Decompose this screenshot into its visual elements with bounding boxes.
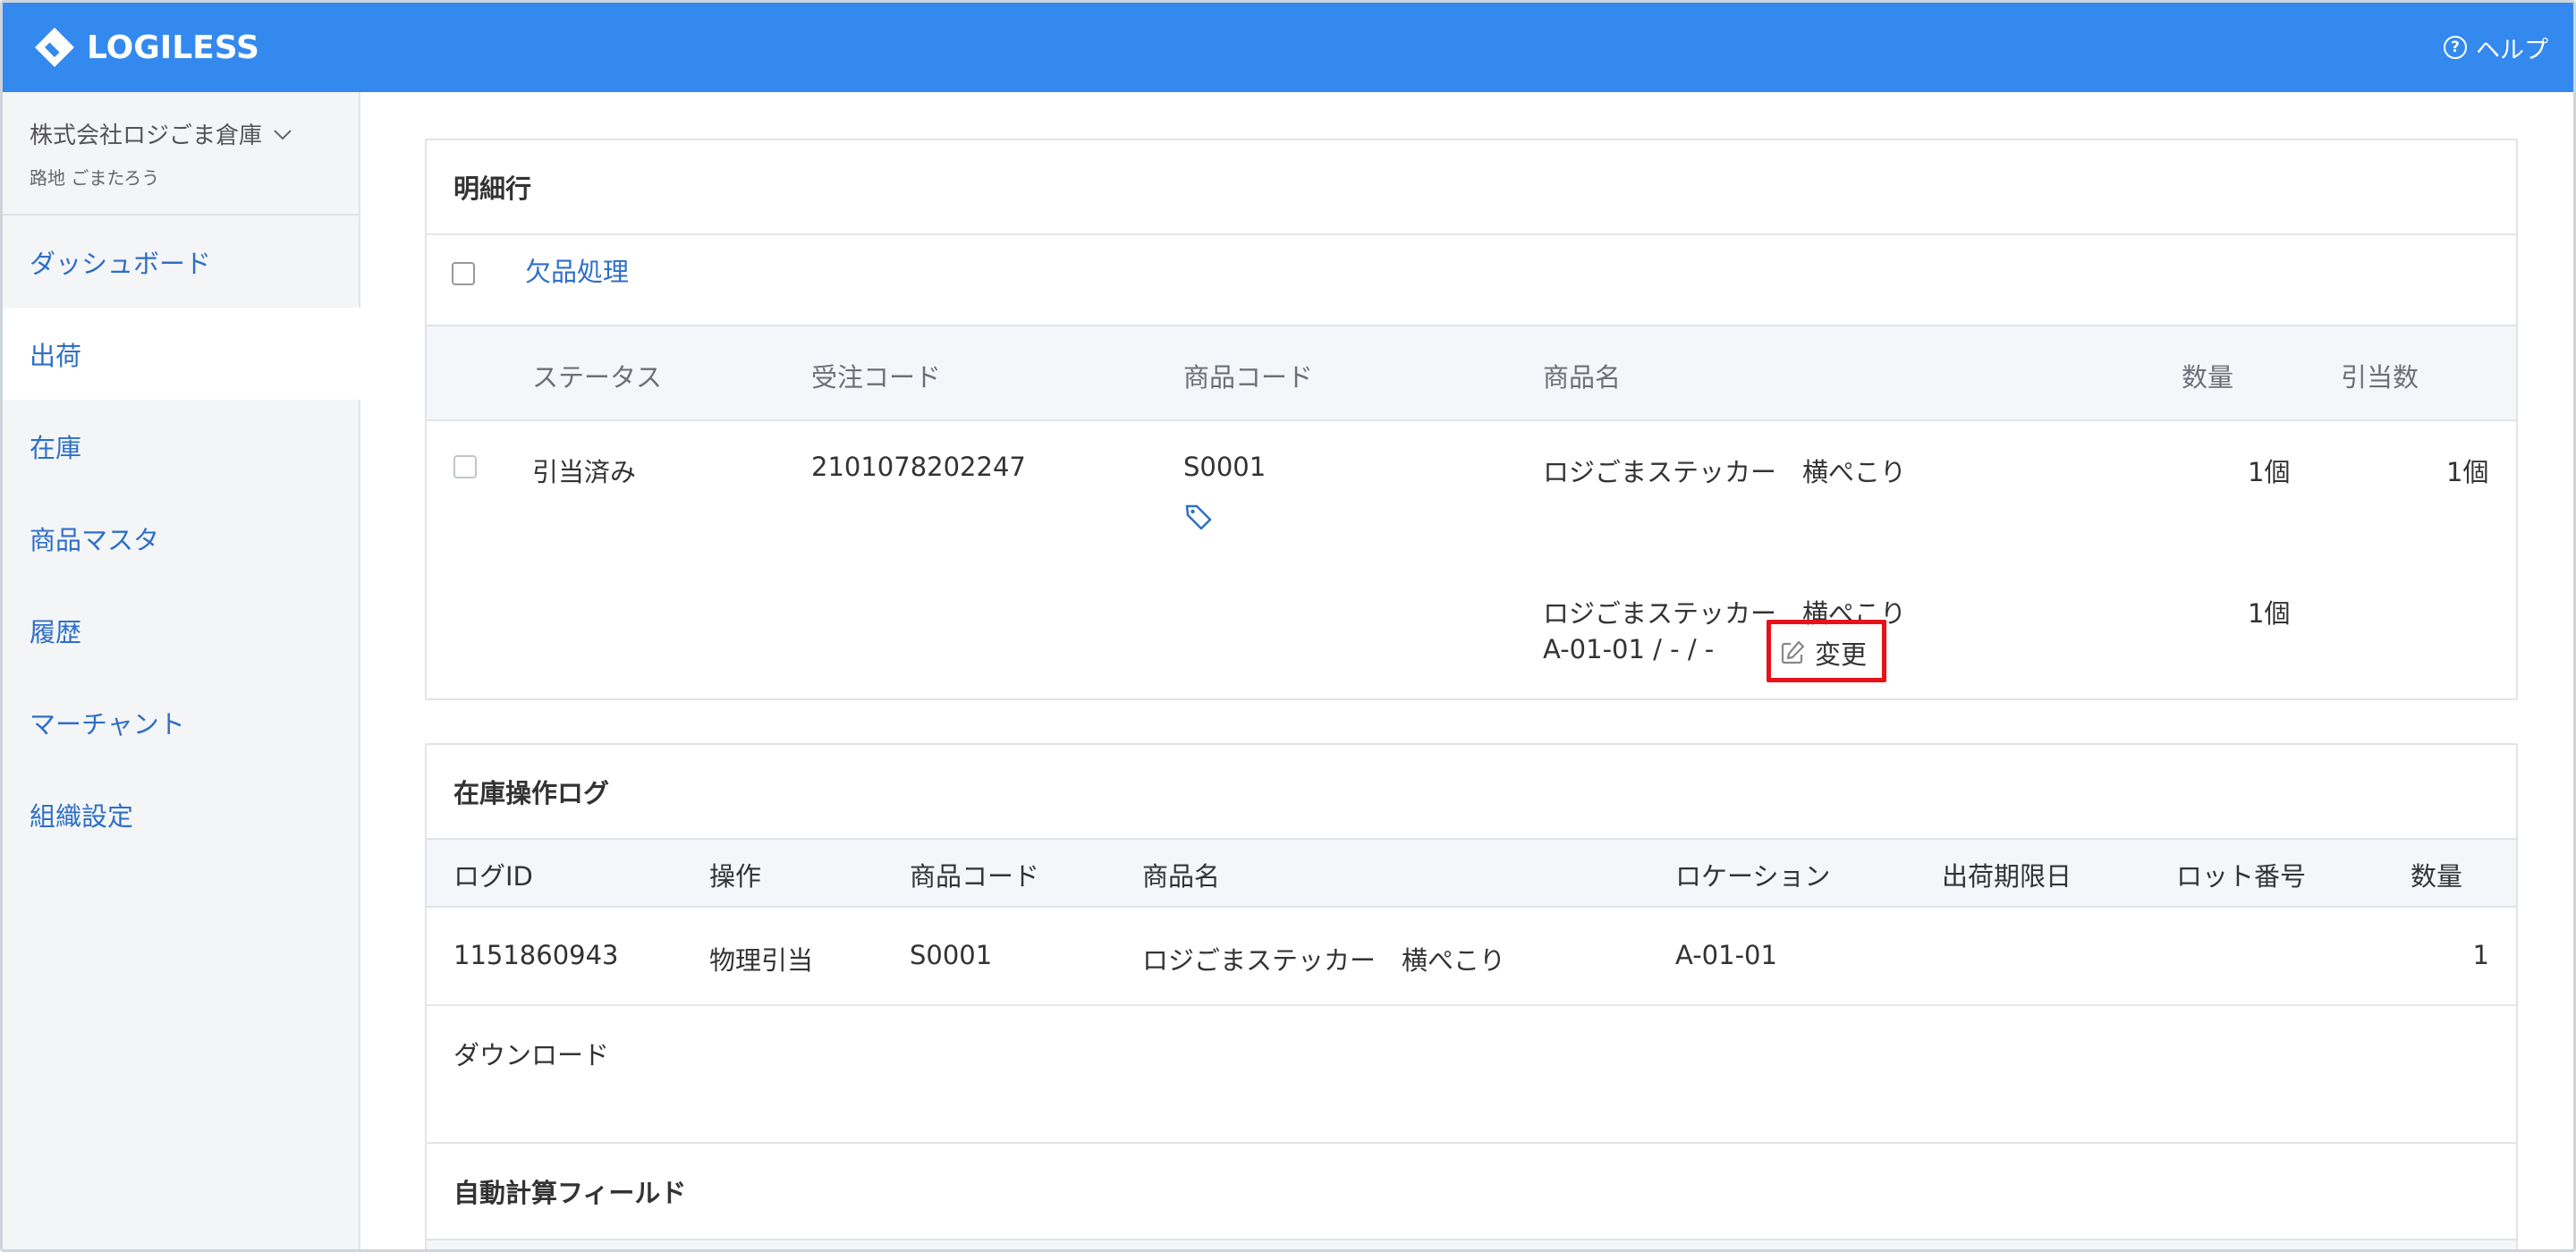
sidebar-item-org-settings[interactable]: 組織設定 (3, 768, 360, 860)
sub-row-location: A-01-01 / - / - (1543, 634, 1715, 664)
row-status: 引当済み (532, 457, 637, 487)
sidebar-item-inventory[interactable]: 在庫 (3, 400, 360, 492)
edit-icon (1781, 640, 1805, 664)
log-product-name: ロジごまステッカー 横ぺこり (1142, 945, 1506, 976)
auto-calc-title: 自動計算フィールド (453, 1178, 687, 1208)
col-product-name[interactable]: 商品名 (1543, 357, 1621, 394)
sidebar-item-label: 組織設定 (30, 800, 134, 832)
row-checkbox[interactable] (453, 455, 477, 478)
help-label: ヘルプ (2476, 36, 2548, 64)
sidebar-item-merchant[interactable]: マーチャント (3, 676, 360, 768)
sidebar-item-dashboard[interactable]: ダッシュボード (3, 216, 360, 308)
chevron-down-icon (274, 129, 292, 140)
select-all-checkbox[interactable] (452, 262, 475, 285)
sidebar-item-label: マーチャント (30, 708, 185, 740)
col-log-quantity: 数量 (2411, 861, 2463, 892)
sidebar-item-label: 出荷 (30, 340, 82, 371)
sidebar-item-product-master[interactable]: 商品マスタ (3, 492, 360, 584)
change-location-button[interactable]: 変更 (1779, 634, 1867, 672)
auto-calc-card: 自動計算フィールド (425, 1142, 2518, 1249)
log-quantity: 1 (2472, 940, 2489, 970)
download-link[interactable]: ダウンロード (453, 1035, 609, 1072)
logo[interactable]: LOGILESS (33, 26, 259, 69)
inventory-log-card: 在庫操作ログ ログID 操作 商品コード 商品名 ロケーション 出荷期限日 ロッ… (425, 743, 2518, 1190)
col-lot: ロット番号 (2176, 861, 2307, 892)
row-product-code-link[interactable]: S0001 (1183, 452, 1266, 482)
log-operation: 物理引当 (709, 945, 814, 976)
col-expiry: 出荷期限日 (1942, 861, 2072, 892)
sub-row-quantity: 1個 (2248, 598, 2291, 629)
col-allocated[interactable]: 引当数 (2341, 357, 2419, 394)
org-name: 株式会社ロジごま倉庫 (30, 123, 263, 149)
row-product-name: ロジごまステッカー 横ぺこり (1543, 457, 1907, 487)
row-allocated: 1個 (2446, 457, 2489, 487)
logo-text: LOGILESS (87, 29, 259, 66)
col-log-product-code: 商品コード (910, 861, 1040, 892)
col-order-code[interactable]: 受注コード (811, 357, 941, 394)
col-operation: 操作 (709, 861, 762, 892)
change-label: 変更 (1815, 639, 1868, 670)
col-location: ロケーション (1675, 861, 1831, 892)
log-divider (427, 1004, 2516, 1006)
sidebar-item-label: ダッシュボード (30, 248, 212, 279)
log-product-code-link[interactable]: S0001 (910, 940, 992, 970)
sidebar-item-history[interactable]: 履歴 (3, 584, 360, 676)
line-items-card: 明細行 欠品処理 ステータス 受注コード 商品コード 商品名 数量 引当数 引当… (425, 139, 2518, 700)
col-status[interactable]: ステータス (532, 357, 662, 394)
row-order-code: 2101078202247 (811, 452, 1026, 482)
app-window: LOGILESS ? ヘルプ 株式会社ロジごま倉庫 路地 ごまたろう ダッシュボ… (0, 0, 2576, 1252)
inventory-log-title: 在庫操作ログ (427, 745, 2516, 840)
col-product-code[interactable]: 商品コード (1183, 357, 1313, 394)
col-log-product-name: 商品名 (1142, 861, 1221, 892)
top-bar: LOGILESS ? ヘルプ (3, 3, 2573, 92)
log-id-link[interactable]: 1151860943 (453, 940, 619, 970)
user-name: 路地 ごまたろう (30, 167, 160, 189)
col-quantity[interactable]: 数量 (2182, 357, 2233, 394)
col-log-id: ログID (453, 861, 533, 892)
shortage-process-link[interactable]: 欠品処理 (525, 251, 629, 289)
sidebar-item-label: 商品マスタ (30, 524, 160, 555)
sidebar-item-label: 在庫 (30, 432, 82, 463)
sidebar: 株式会社ロジごま倉庫 路地 ごまたろう ダッシュボード 出荷 在庫 商品マスタ … (3, 92, 360, 1249)
auto-calc-table-header (427, 1239, 2516, 1249)
help-link[interactable]: ? ヘルプ (2444, 30, 2548, 65)
help-icon: ? (2444, 36, 2467, 59)
sidebar-item-shipping[interactable]: 出荷 (3, 308, 360, 400)
line-items-title: 明細行 (427, 140, 2516, 235)
sidebar-nav: ダッシュボード 出荷 在庫 商品マスタ 履歴 マーチャント 組織設定 (3, 216, 360, 860)
main-content: 明細行 欠品処理 ステータス 受注コード 商品コード 商品名 数量 引当数 引当… (362, 92, 2573, 1249)
logiless-logo-icon (35, 28, 74, 67)
tag-icon[interactable] (1183, 502, 1214, 532)
sidebar-item-label: 履歴 (30, 616, 82, 647)
row-quantity: 1個 (2248, 457, 2291, 487)
log-location: A-01-01 (1675, 940, 1777, 970)
